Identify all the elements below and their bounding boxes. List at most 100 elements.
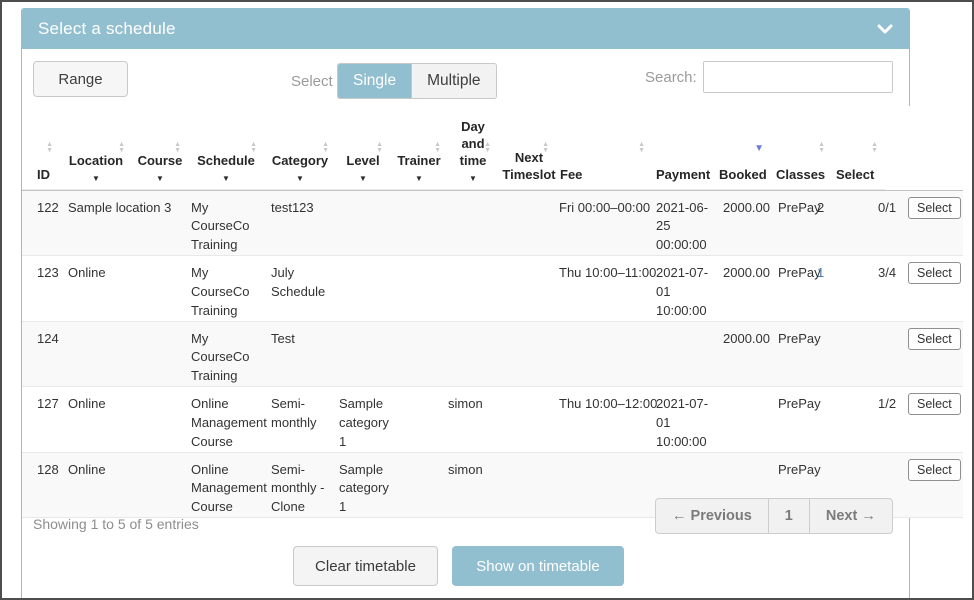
sort-icon: ▲▼ <box>322 142 329 154</box>
panel-title: Select a schedule <box>38 19 176 39</box>
cell-level <box>393 387 440 453</box>
multiple-mode-button[interactable]: Multiple <box>411 64 495 98</box>
sort-icon: ▲▼ <box>818 142 825 154</box>
page-number-button[interactable]: 1 <box>768 498 810 534</box>
cell-level <box>393 452 440 518</box>
table-header: ▲▼ ID ▲▼ Location ▼ ▲▼ Course ▼ ▲▼ <box>22 106 963 191</box>
filter-caret-icon[interactable]: ▼ <box>296 174 304 184</box>
cell-booked-link[interactable]: 1 <box>809 256 870 322</box>
cell-level <box>393 321 440 387</box>
sort-icon: ▲▼ <box>250 142 257 154</box>
cell-id: 128 <box>22 452 60 518</box>
cell-location: Online <box>60 387 183 453</box>
previous-page-button[interactable]: ← Previous <box>655 498 769 534</box>
cell-day-and-time: Thu 10:00–12:00 <box>551 387 648 453</box>
cell-location: Sample location 3 <box>60 191 183 256</box>
cell-day-and-time: Fri 00:00–00:00 <box>551 191 648 256</box>
cell-fee: 2000.00 <box>715 191 770 256</box>
cell-trainer <box>440 256 551 322</box>
filter-caret-icon[interactable]: ▼ <box>415 174 423 184</box>
single-mode-button[interactable]: Single <box>338 64 411 98</box>
cell-schedule: Test <box>263 321 331 387</box>
clear-timetable-button[interactable]: Clear timetable <box>293 546 438 586</box>
column-header-classes[interactable]: ▲▼ Classes <box>772 106 832 189</box>
cell-next-timeslot <box>648 321 715 387</box>
cell-schedule: Semi-monthly - Clone <box>263 452 331 518</box>
sort-icon: ▲▼ <box>118 142 125 154</box>
schedule-window: Select a schedule Range Select Single Mu… <box>0 0 974 600</box>
cell-category <box>331 256 393 322</box>
row-select-button[interactable]: Select <box>908 393 961 415</box>
panel-header[interactable]: Select a schedule <box>22 9 909 49</box>
cell-fee: 2000.00 <box>715 256 770 322</box>
column-header-category[interactable]: ▲▼ Category ▼ <box>264 106 336 189</box>
schedule-table: ▲▼ ID ▲▼ Location ▼ ▲▼ Course ▼ ▲▼ <box>22 106 963 518</box>
cell-course: Online Management Course <box>183 452 263 518</box>
filter-caret-icon[interactable]: ▼ <box>469 174 477 184</box>
filter-caret-icon[interactable]: ▼ <box>359 174 367 184</box>
cell-course: My CourseCo Training <box>183 256 263 322</box>
table-row: 124 My CourseCo Training Test 2000.00 Pr… <box>22 321 963 387</box>
next-page-button[interactable]: Next → <box>809 498 893 534</box>
cell-day-and-time: Thu 10:00–11:00 <box>551 256 648 322</box>
cell-day-and-time <box>551 321 648 387</box>
range-button[interactable]: Range <box>33 61 128 97</box>
chevron-down-icon[interactable] <box>877 23 893 35</box>
cell-payment: PrePay <box>770 256 809 322</box>
row-select-button[interactable]: Select <box>908 262 961 284</box>
table-body: 122 Sample location 3 My CourseCo Traini… <box>22 191 963 519</box>
filter-caret-icon[interactable]: ▼ <box>222 174 230 184</box>
cell-trainer <box>440 321 551 387</box>
column-header-schedule[interactable]: ▲▼ Schedule ▼ <box>188 106 264 189</box>
row-select-button[interactable]: Select <box>908 197 961 219</box>
column-header-booked[interactable]: ▼ Booked <box>715 106 772 189</box>
column-header-select[interactable]: ▲▼ Select <box>832 106 885 189</box>
search-label: Search: <box>645 69 697 86</box>
row-select-button[interactable]: Select <box>908 459 961 481</box>
select-mode-label: Select <box>291 73 333 90</box>
filter-caret-icon[interactable]: ▼ <box>156 174 164 184</box>
table-row: 122 Sample location 3 My CourseCo Traini… <box>22 191 963 256</box>
cell-payment: PrePay <box>770 321 809 387</box>
cell-location: Online <box>60 256 183 322</box>
cell-location: Online <box>60 452 183 518</box>
cell-classes: 1/2 <box>870 387 903 453</box>
cell-classes: 0/1 <box>870 191 903 256</box>
cell-category <box>331 191 393 256</box>
cell-level <box>393 256 440 322</box>
cell-trainer <box>440 191 551 256</box>
column-header-fee[interactable]: ▲▼ Fee <box>556 106 652 189</box>
cell-next-timeslot: 2021-07-01 10:00:00 <box>648 256 715 322</box>
sort-icon: ▲▼ <box>376 142 383 154</box>
show-on-timetable-button[interactable]: Show on timetable <box>452 546 624 586</box>
search-container: Search: <box>645 61 893 93</box>
row-select-button[interactable]: Select <box>908 328 961 350</box>
cell-classes <box>870 321 903 387</box>
cell-next-timeslot: 2021-06-25 00:00:00 <box>648 191 715 256</box>
cell-trainer: simon <box>440 452 551 518</box>
cell-schedule: July Schedule <box>263 256 331 322</box>
cell-classes: 3/4 <box>870 256 903 322</box>
cell-id: 124 <box>22 321 60 387</box>
sort-icon: ▲▼ <box>174 142 181 154</box>
cell-payment: PrePay <box>770 191 809 256</box>
sort-icon: ▲▼ <box>434 142 441 154</box>
column-header-trainer[interactable]: ▲▼ Trainer ▼ <box>390 106 448 189</box>
column-header-level[interactable]: ▲▼ Level ▼ <box>336 106 390 189</box>
cell-course: Online Management Course <box>183 387 263 453</box>
cell-id: 123 <box>22 256 60 322</box>
cell-category <box>331 321 393 387</box>
cell-payment: PrePay <box>770 387 809 453</box>
filter-caret-icon[interactable]: ▼ <box>92 174 100 184</box>
cell-schedule: Semi-monthly <box>263 387 331 453</box>
table-row: 127 Online Online Management Course Semi… <box>22 387 963 453</box>
pagination: ← Previous 1 Next → <box>655 498 893 534</box>
column-header-next-timeslot[interactable]: ▲▼ Next Timeslot <box>498 106 556 189</box>
column-header-payment[interactable]: Payment <box>652 106 715 189</box>
column-header-location[interactable]: ▲▼ Location ▼ <box>60 106 132 189</box>
table-row: 123 Online My CourseCo Training July Sch… <box>22 256 963 322</box>
search-input[interactable] <box>703 61 893 93</box>
column-header-course[interactable]: ▲▼ Course ▼ <box>132 106 188 189</box>
column-header-id[interactable]: ▲▼ ID <box>22 106 60 189</box>
column-header-day-and-time[interactable]: ▲▼ Day and time ▼ <box>448 106 498 189</box>
